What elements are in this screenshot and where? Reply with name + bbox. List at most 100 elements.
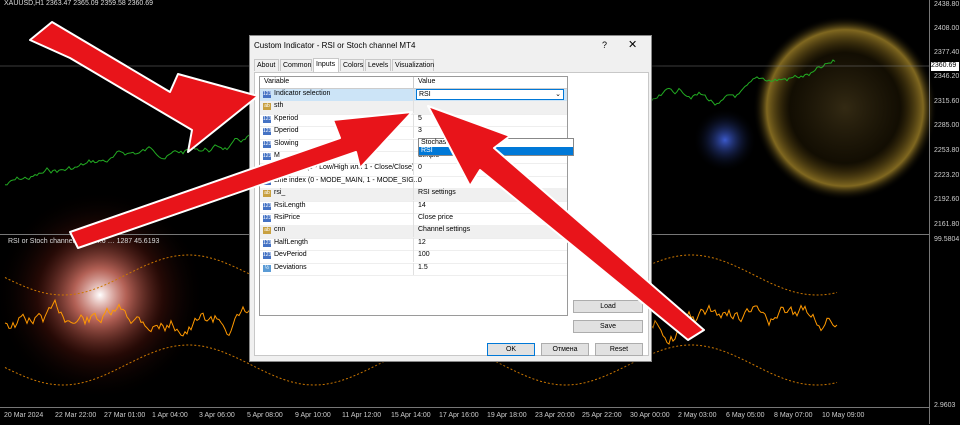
table-header: Variable Value bbox=[260, 77, 567, 89]
integer-type-icon: 123 bbox=[263, 177, 272, 185]
integer-type-icon: 123 bbox=[263, 140, 272, 148]
variable-name: rsi_ bbox=[274, 189, 286, 197]
ok-button[interactable]: OK bbox=[487, 343, 535, 356]
price-label: 99.5804 bbox=[934, 236, 960, 243]
price-label: 2192.60 bbox=[934, 196, 960, 203]
cancel-button[interactable]: Отмена bbox=[541, 343, 589, 356]
indicator-selection-combo[interactable]: RSI ⌄ bbox=[416, 89, 564, 100]
help-icon[interactable]: ? bbox=[602, 40, 607, 50]
time-label: 9 Apr 10:00 bbox=[295, 412, 331, 419]
variable-value[interactable]: RSI settings bbox=[418, 189, 456, 196]
variable-name: RsiLength bbox=[274, 201, 306, 209]
integer-type-icon: 123 bbox=[263, 239, 272, 247]
symbol-info: XAUUSD,H1 2363.47 2365.09 2359.58 2360.6… bbox=[4, 0, 154, 7]
time-label: 2 May 03:00 bbox=[678, 412, 717, 419]
table-row[interactable]: 123 RsiLength 14 bbox=[260, 200, 567, 214]
time-label: 27 Mar 01:00 bbox=[104, 412, 146, 419]
time-label: 30 Apr 00:00 bbox=[630, 412, 670, 419]
close-icon[interactable]: ✕ bbox=[628, 38, 637, 51]
variable-value[interactable]: 100 bbox=[418, 251, 430, 258]
variable-value[interactable]: 3 bbox=[418, 127, 422, 134]
table-row[interactable]: 123 RsiPrice Close price bbox=[260, 213, 567, 227]
tab-common[interactable]: Common bbox=[280, 59, 312, 71]
double-type-icon: ½ bbox=[263, 264, 271, 272]
variable-value[interactable]: 14 bbox=[418, 202, 426, 209]
price-label: 2315.60 bbox=[934, 98, 960, 105]
variable-name: Dperiod bbox=[274, 127, 299, 135]
table-row[interactable]: 123 Line index (0 - MODE_MAIN, 1 - MODE_S… bbox=[260, 175, 567, 190]
column-divider bbox=[413, 138, 414, 151]
column-divider bbox=[413, 151, 414, 163]
tab-colors[interactable]: Colors bbox=[340, 59, 364, 71]
time-label: 17 Apr 16:00 bbox=[439, 412, 479, 419]
subwindow-title: RSI or Stoch channel MT4 54.6 … 1287 45.… bbox=[8, 238, 160, 245]
table-row[interactable]: ab sth bbox=[260, 101, 567, 115]
option-stochastic[interactable]: Stochastic bbox=[419, 139, 573, 147]
tab-visualization[interactable]: Visualization bbox=[392, 59, 434, 71]
column-divider bbox=[413, 113, 414, 126]
table-row[interactable]: ab rsi_ RSI settings bbox=[260, 188, 567, 202]
time-label: 22 Mar 22:00 bbox=[55, 412, 97, 419]
price-label: 2285.00 bbox=[934, 122, 960, 129]
tab-inputs[interactable]: Inputs bbox=[313, 58, 339, 72]
column-divider bbox=[413, 126, 414, 139]
integer-type-icon: 123 bbox=[263, 202, 272, 210]
column-header-value: Value bbox=[418, 78, 436, 85]
variable-name: Price field (0 - Low/High или 1 - Close/… bbox=[274, 164, 415, 172]
variable-value[interactable]: 12 bbox=[418, 239, 426, 246]
column-header-variable: Variable bbox=[264, 78, 290, 85]
variable-name: Slowing bbox=[274, 139, 299, 147]
table-row[interactable]: ½ Deviations 1.5 bbox=[260, 262, 567, 276]
time-label: 3 Apr 06:00 bbox=[199, 412, 235, 419]
variable-value[interactable]: 5 bbox=[418, 115, 422, 122]
price-label: 2408.00 bbox=[934, 25, 960, 32]
load-button[interactable]: Load bbox=[573, 300, 643, 313]
integer-type-icon: 123 bbox=[263, 128, 272, 136]
inputs-pane: Variable Value 123 Indicator selection RSI… bbox=[254, 72, 649, 356]
integer-type-icon: 123 bbox=[263, 215, 272, 222]
column-divider bbox=[413, 200, 414, 213]
variable-value[interactable]: 0 bbox=[418, 164, 422, 171]
column-divider bbox=[413, 101, 414, 114]
string-type-icon: ab bbox=[263, 103, 271, 111]
variable-name: DevPeriod bbox=[274, 251, 307, 259]
table-row[interactable]: 123 HalfLength 12 bbox=[260, 237, 567, 252]
save-button[interactable]: Save bbox=[573, 320, 643, 333]
reset-button[interactable]: Reset bbox=[595, 343, 643, 356]
tab-about[interactable]: About bbox=[254, 59, 279, 71]
combo-value: RSI bbox=[419, 91, 431, 98]
variable-value[interactable]: 1.5 bbox=[418, 264, 428, 271]
chevron-down-icon[interactable]: ⌄ bbox=[555, 90, 561, 98]
integer-type-icon: 123 bbox=[263, 91, 272, 98]
column-divider[interactable] bbox=[413, 77, 414, 88]
variable-name: sth bbox=[274, 102, 284, 110]
price-axis: 2438.80 2408.00 2377.40 2346.20 2315.60 … bbox=[929, 0, 960, 424]
table-row[interactable]: 123 Indicator selection RSI ⌄ bbox=[260, 89, 567, 103]
indicator-selection-dropdown-list: Stochastic RSI bbox=[418, 138, 574, 156]
table-row[interactable]: ab cnn Channel settings bbox=[260, 225, 567, 239]
lens-flare-left bbox=[0, 190, 205, 400]
time-label: 23 Apr 20:00 bbox=[535, 412, 575, 419]
variable-name: RsiPrice bbox=[274, 214, 301, 221]
variable-name: M bbox=[274, 152, 280, 159]
time-label: 25 Apr 22:00 bbox=[582, 412, 622, 419]
option-rsi[interactable]: RSI bbox=[419, 147, 573, 155]
price-label: 2253.80 bbox=[934, 147, 960, 154]
variable-name: Kperiod bbox=[274, 114, 299, 122]
column-divider bbox=[413, 262, 414, 275]
string-type-icon: ab bbox=[263, 227, 271, 235]
price-label: 2.9603 bbox=[934, 402, 956, 409]
time-label: 15 Apr 14:00 bbox=[391, 412, 431, 419]
price-label: 2438.80 bbox=[934, 1, 960, 8]
variable-value[interactable]: Channel settings bbox=[418, 226, 470, 233]
table-row[interactable]: 123 DevPeriod 100 bbox=[260, 250, 567, 264]
table-row[interactable]: 123 Kperiod 5 bbox=[260, 113, 567, 128]
column-divider bbox=[413, 213, 414, 225]
tab-levels[interactable]: Levels bbox=[365, 59, 391, 71]
time-axis: 20 Mar 2024 22 Mar 22:00 27 Mar 01:00 1 … bbox=[0, 407, 930, 425]
variable-value[interactable]: Close price bbox=[418, 214, 453, 221]
custom-indicator-dialog: Custom Indicator - RSI or Stoch channel … bbox=[249, 35, 652, 362]
variable-value[interactable]: 0 bbox=[418, 177, 422, 184]
time-label: 10 May 09:00 bbox=[822, 412, 865, 419]
table-row[interactable]: 123 Price field (0 - Low/High или 1 - Clo… bbox=[260, 163, 567, 177]
